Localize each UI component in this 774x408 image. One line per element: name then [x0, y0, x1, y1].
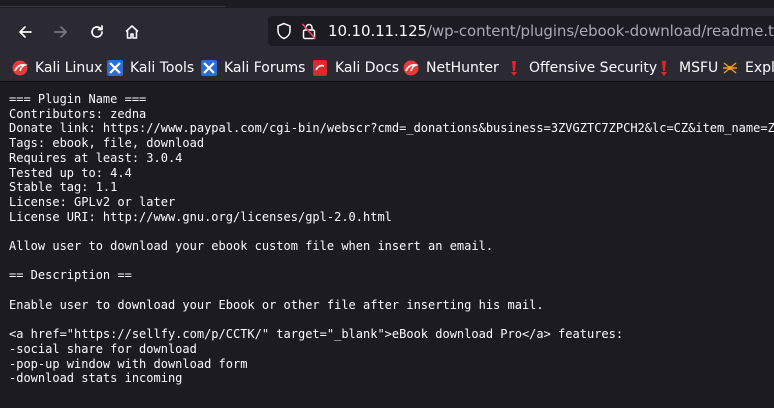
bookmark-nethunter[interactable]: NetHunter	[403, 57, 499, 79]
bookmark-offensive-security[interactable]: Offensive Security	[506, 57, 657, 79]
bookmark-label: Kali Linux	[35, 60, 103, 76]
bookmark-label: MSFU	[679, 60, 719, 76]
active-tab-edge	[0, 0, 225, 7]
bookmark-exploit-db[interactable]: Expl	[722, 57, 774, 79]
back-button[interactable]	[11, 18, 39, 46]
insecure-lock-icon[interactable]	[301, 22, 317, 40]
url-host: 10.10.11.125	[328, 22, 427, 40]
shield-icon[interactable]	[276, 22, 292, 40]
kali-tools-icon	[107, 60, 123, 76]
bookmark-label: Expl	[745, 60, 774, 76]
exploit-db-icon	[723, 62, 737, 74]
bookmark-kali-docs[interactable]: Kali Docs	[312, 57, 399, 79]
url-path: /wp-content/plugins/ebook-download/readm…	[427, 22, 774, 40]
arrow-left-icon	[19, 26, 32, 38]
msfu-icon	[661, 61, 667, 76]
reload-icon	[91, 25, 103, 38]
url-text[interactable]: 10.10.11.125/wp-content/plugins/ebook-do…	[328, 22, 774, 40]
kali-forums-icon	[201, 60, 217, 76]
navigation-toolbar: 10.10.11.125/wp-content/plugins/ebook-do…	[0, 8, 774, 54]
home-icon	[125, 25, 139, 39]
nethunter-icon	[403, 60, 419, 76]
tab-strip	[0, 0, 774, 8]
bookmarks-toolbar: Kali Linux Kali Tools Kali Forums Kali D…	[0, 54, 774, 82]
kali-docs-icon	[313, 60, 327, 76]
bookmark-msfu[interactable]: MSFU	[656, 57, 718, 79]
offsec-icon	[511, 61, 517, 76]
bookmark-label: Offensive Security	[529, 60, 658, 76]
bookmark-label: Kali Docs	[335, 60, 400, 76]
kali-dragon-icon	[12, 60, 28, 76]
bookmark-label: Kali Forums	[224, 60, 306, 76]
forward-button[interactable]	[47, 18, 75, 46]
arrow-right-icon	[54, 26, 67, 38]
bookmark-kali-tools[interactable]: Kali Tools	[107, 57, 194, 79]
bookmark-label: NetHunter	[426, 60, 499, 76]
home-button[interactable]	[118, 18, 146, 46]
page-content: === Plugin Name === Contributors: zedna …	[0, 83, 774, 408]
url-bar[interactable]: 10.10.11.125/wp-content/plugins/ebook-do…	[268, 16, 774, 46]
reload-button[interactable]	[83, 18, 111, 46]
bookmark-kali-forums[interactable]: Kali Forums	[201, 57, 305, 79]
bookmark-kali-linux[interactable]: Kali Linux	[12, 57, 102, 79]
readme-text: === Plugin Name === Contributors: zedna …	[9, 92, 774, 386]
bookmark-label: Kali Tools	[130, 60, 195, 76]
